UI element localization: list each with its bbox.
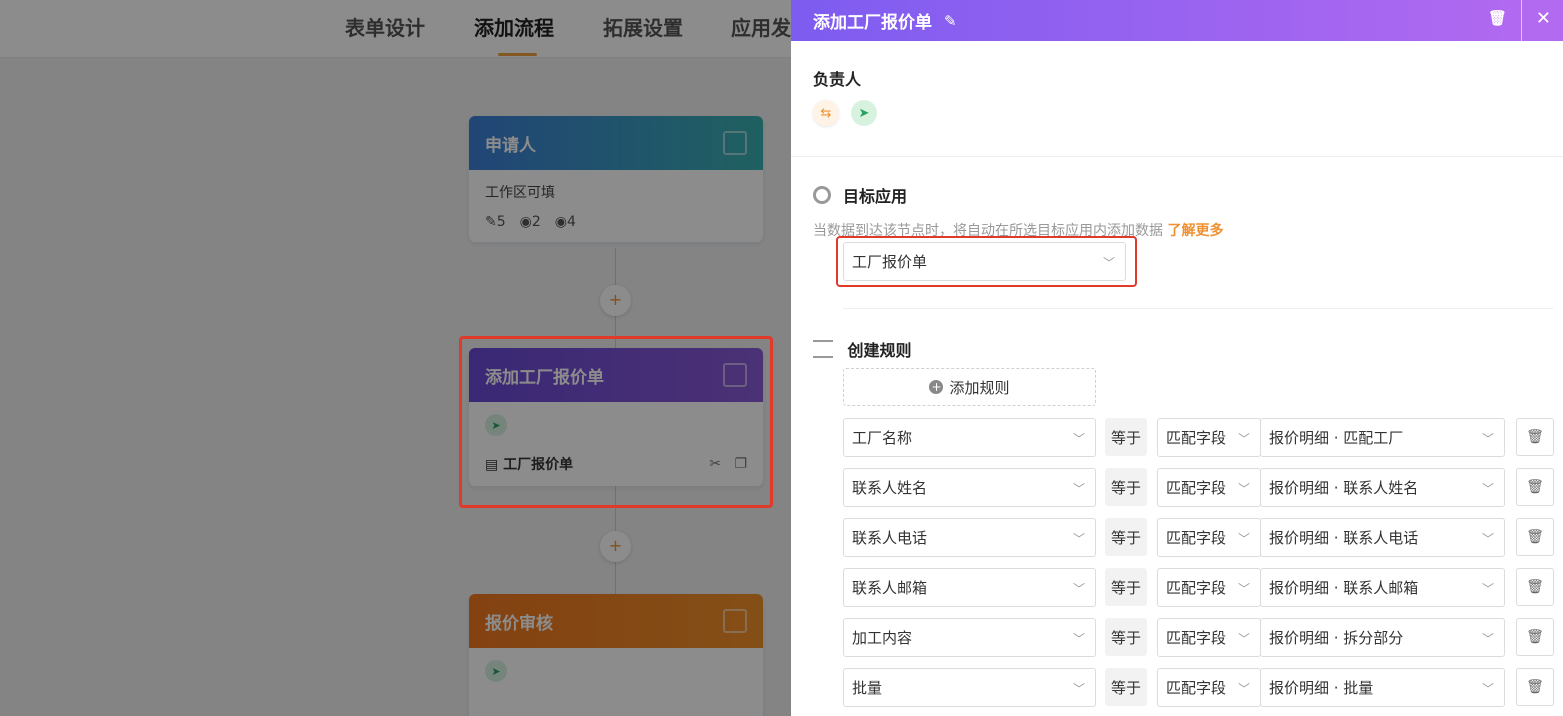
node-settings-panel: 添加工厂报价单 ✎ 🗑 ✕ 负责人 ⇆ ➤ 目标应用 当数据到达该节点时，将自动… (791, 0, 1563, 716)
rule-target-select[interactable]: 报价明细 · 联系人邮箱 ﹀ (1260, 568, 1505, 607)
rule-mode-select[interactable]: 匹配字段 ﹀ (1157, 518, 1261, 557)
rule-mode-select[interactable]: 匹配字段 ﹀ (1157, 568, 1261, 607)
owner-section: 负责人 ⇆ ➤ (813, 66, 877, 126)
rule-mode-select[interactable]: 匹配字段 ﹀ (1157, 468, 1261, 507)
target-icon (813, 186, 831, 204)
rule-field-select[interactable]: 联系人邮箱 ﹀ (843, 568, 1096, 607)
chevron-down-icon: ﹀ (1072, 581, 1085, 596)
section-divider (791, 156, 1563, 157)
switch-icon[interactable]: ⇆ (813, 100, 839, 126)
header-divider (1521, 0, 1522, 41)
chevron-down-icon: ﹀ (1072, 481, 1085, 496)
chevron-down-icon: ﹀ (1072, 681, 1085, 696)
section-divider (843, 308, 1553, 309)
chevron-down-icon: ﹀ (1237, 631, 1250, 646)
add-rule-button[interactable]: + 添加规则 (843, 368, 1096, 406)
trash-icon[interactable]: 🗑 (1516, 518, 1554, 556)
chevron-down-icon: ﹀ (1072, 631, 1085, 646)
rule-field-select[interactable]: 联系人姓名 ﹀ (843, 468, 1096, 507)
send-icon[interactable]: ➤ (851, 100, 877, 126)
highlight-box (836, 236, 1137, 287)
chevron-down-icon: ﹀ (1481, 531, 1494, 546)
chevron-down-icon: ﹀ (1481, 681, 1494, 696)
edit-icon[interactable]: ✎ (944, 12, 957, 30)
chevron-down-icon: ﹀ (1237, 481, 1250, 496)
rule-target-select[interactable]: 报价明细 · 匹配工厂 ﹀ (1260, 418, 1505, 457)
rule-field-select[interactable]: 联系人电话 ﹀ (843, 518, 1096, 557)
rule-operator[interactable]: 等于 (1105, 418, 1147, 456)
trash-icon[interactable]: 🗑 (1516, 618, 1554, 656)
rule-operator[interactable]: 等于 (1105, 468, 1147, 506)
chevron-down-icon: ﹀ (1481, 431, 1494, 446)
create-rules-section: 创建规则 (813, 337, 911, 361)
target-app-label: 目标应用 (843, 187, 908, 206)
chevron-down-icon: ﹀ (1237, 581, 1250, 596)
create-rules-label: 创建规则 (847, 341, 912, 360)
chevron-down-icon: ﹀ (1237, 531, 1250, 546)
learn-more-link[interactable]: 了解更多 (1167, 223, 1223, 239)
rule-target-select[interactable]: 报价明细 · 联系人姓名 ﹀ (1260, 468, 1505, 507)
rule-operator[interactable]: 等于 (1105, 568, 1147, 606)
trash-icon[interactable]: 🗑 (1516, 568, 1554, 606)
panel-header: 添加工厂报价单 ✎ 🗑 ✕ (791, 0, 1563, 41)
chevron-down-icon: ﹀ (1237, 431, 1250, 446)
close-icon[interactable]: ✕ (1536, 8, 1551, 29)
trash-icon[interactable]: 🗑 (1516, 418, 1554, 456)
owner-label: 负责人 (813, 70, 862, 89)
delete-icon[interactable]: 🗑 (1488, 9, 1507, 27)
chevron-down-icon: ﹀ (1481, 631, 1494, 646)
target-app-section: 目标应用 当数据到达该节点时，将自动在所选目标应用内添加数据 了解更多 (813, 183, 1553, 240)
rule-mode-select[interactable]: 匹配字段 ﹀ (1157, 668, 1261, 707)
highlight-box (459, 336, 773, 508)
rule-target-select[interactable]: 报价明细 · 联系人电话 ﹀ (1260, 518, 1505, 557)
list-icon (813, 340, 833, 358)
trash-icon[interactable]: 🗑 (1516, 468, 1554, 506)
rule-field-select[interactable]: 加工内容 ﹀ (843, 618, 1096, 657)
chevron-down-icon: ﹀ (1072, 431, 1085, 446)
panel-title: 添加工厂报价单 (813, 13, 932, 33)
rule-field-select[interactable]: 批量 ﹀ (843, 668, 1096, 707)
rule-mode-select[interactable]: 匹配字段 ﹀ (1157, 618, 1261, 657)
rule-field-select[interactable]: 工厂名称 ﹀ (843, 418, 1096, 457)
trash-icon[interactable]: 🗑 (1516, 668, 1554, 706)
rule-target-select[interactable]: 报价明细 · 拆分部分 ﹀ (1260, 618, 1505, 657)
chevron-down-icon: ﹀ (1237, 681, 1250, 696)
chevron-down-icon: ﹀ (1481, 581, 1494, 596)
rule-operator[interactable]: 等于 (1105, 618, 1147, 656)
rule-operator[interactable]: 等于 (1105, 518, 1147, 556)
chevron-down-icon: ﹀ (1481, 481, 1494, 496)
rule-target-select[interactable]: 报价明细 · 批量 ﹀ (1260, 668, 1505, 707)
rule-operator[interactable]: 等于 (1105, 668, 1147, 706)
chevron-down-icon: ﹀ (1072, 531, 1085, 546)
flow-designer: 表单设计 添加流程 拓展设置 应用发 申请人 工作区可填 ✎5 ◉2 ◉4 + (0, 0, 791, 716)
rule-mode-select[interactable]: 匹配字段 ﹀ (1157, 418, 1261, 457)
plus-circle-icon: + (929, 380, 944, 394)
